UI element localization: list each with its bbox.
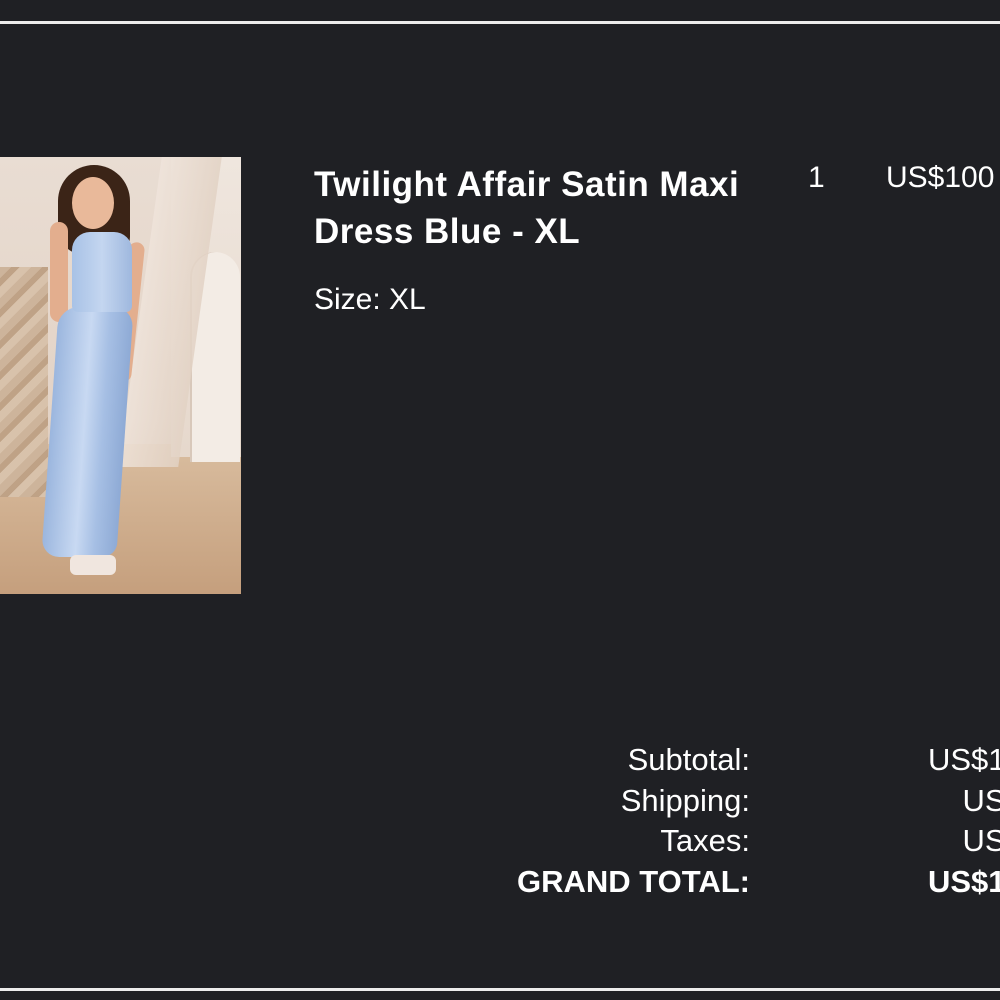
top-divider (0, 21, 1000, 24)
grand-total-value: US$107 (927, 863, 1000, 899)
summary-values: US$100 US$0 US$7 US$107 (886, 740, 1000, 902)
image-stone-wall (0, 267, 48, 497)
grand-total-label: GRAND TOTAL: (516, 863, 750, 899)
product-title: Twilight Affair Satin Maxi Dress Blue - … (314, 165, 740, 251)
order-summary-page: Twilight Affair Satin Maxi Dress Blue - … (0, 0, 1000, 1000)
product-price: US$100 (886, 161, 995, 194)
image-model-head (72, 177, 114, 229)
taxes-value: US$7 (962, 823, 1000, 858)
shipping-value: US$0 (962, 782, 1000, 818)
product-image (0, 157, 241, 594)
summary-labels: Subtotal: Shipping: Taxes: GRAND TOTAL: (517, 740, 750, 902)
shipping-label: Shipping: (620, 782, 750, 818)
product-quantity: 1 (808, 161, 825, 194)
image-model-arm (50, 222, 68, 322)
image-dress-bodice (72, 232, 132, 312)
subtotal-value: US$100 (927, 742, 1000, 777)
subtotal-label: Subtotal: (627, 742, 750, 777)
product-size: Size: XL (314, 283, 426, 316)
image-model-shoes (70, 555, 116, 575)
taxes-label: Taxes: (660, 823, 750, 858)
bottom-divider (0, 988, 1000, 991)
